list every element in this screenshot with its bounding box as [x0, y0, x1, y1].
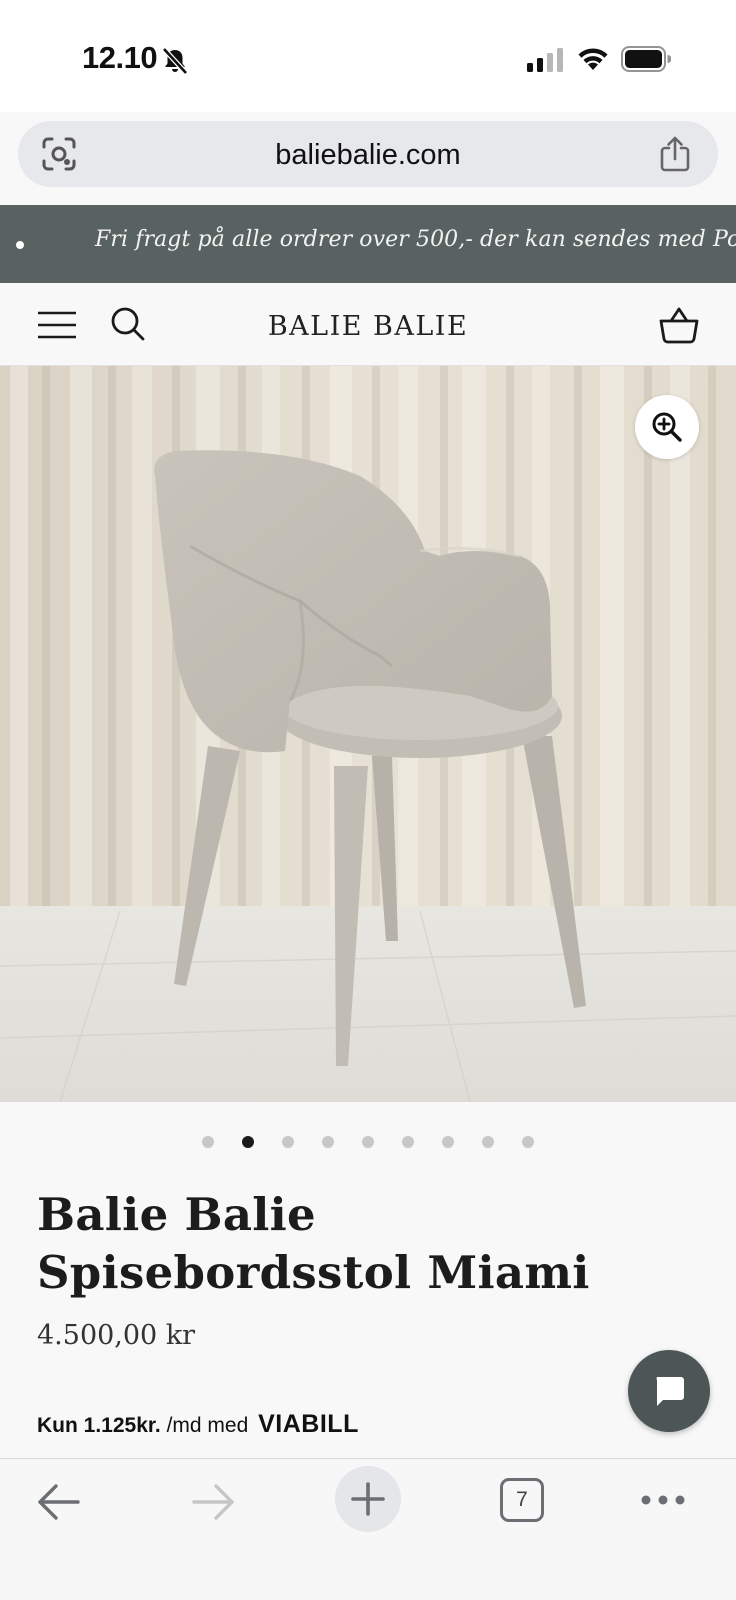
site-logo[interactable]: BALIE BALIE — [0, 311, 736, 342]
chat-bubble-icon — [656, 1377, 684, 1406]
zoom-button[interactable] — [635, 395, 699, 459]
gallery-dot[interactable] — [442, 1136, 454, 1148]
gallery-dot[interactable] — [362, 1136, 374, 1148]
installment-text: /md med — [166, 1414, 249, 1437]
new-tab-button[interactable] — [335, 1466, 401, 1532]
gallery-dot[interactable] — [202, 1136, 214, 1148]
installment-amount: Kun 1.125kr. — [37, 1414, 161, 1437]
gallery-dot[interactable] — [322, 1136, 334, 1148]
bell-slash-icon — [162, 47, 188, 75]
gallery-dot[interactable] — [402, 1136, 414, 1148]
announcement-text: Fri fragt på alle ordrer over 500,- der … — [95, 227, 736, 252]
share-icon[interactable] — [658, 135, 692, 173]
chat-button[interactable] — [628, 1350, 710, 1432]
gallery-dot-active[interactable] — [242, 1136, 254, 1148]
viabill-logo: VIABILL — [258, 1410, 359, 1438]
url-text[interactable]: baliebalie.com — [18, 139, 718, 172]
product-title: Balie Balie Spisebordsstol Miami — [37, 1188, 590, 1299]
cellular-signal-icon — [527, 48, 563, 72]
basket-icon[interactable] — [658, 305, 700, 345]
more-icon[interactable] — [640, 1493, 686, 1507]
tab-switcher-button[interactable]: 7 — [500, 1478, 544, 1522]
battery-icon — [621, 46, 671, 72]
chair-photo — [0, 366, 736, 1102]
gallery-dot[interactable] — [522, 1136, 534, 1148]
plus-icon — [351, 1482, 385, 1516]
back-arrow-icon[interactable] — [36, 1482, 82, 1522]
product-price: 4.500,00 kr — [37, 1320, 196, 1351]
zoom-in-icon — [652, 412, 682, 442]
gallery-pagination — [0, 1136, 736, 1152]
site-header: BALIE BALIE — [0, 283, 736, 366]
announcement-bar: Fri fragt på alle ordrer over 500,- der … — [0, 205, 736, 283]
wifi-icon — [578, 48, 608, 70]
product-image[interactable] — [0, 366, 736, 1102]
installment-info[interactable]: Kun 1.125kr. /md med VIABILL — [37, 1410, 359, 1439]
gallery-dot[interactable] — [282, 1136, 294, 1148]
browser-toolbar: 7 — [0, 1458, 736, 1600]
status-time: 12.10 — [82, 40, 158, 75]
address-bar[interactable]: baliebalie.com — [18, 121, 718, 187]
gallery-dot[interactable] — [482, 1136, 494, 1148]
announcement-bullet — [16, 241, 24, 249]
status-bar: 12.10 — [0, 0, 736, 112]
forward-arrow-icon[interactable] — [190, 1482, 236, 1522]
